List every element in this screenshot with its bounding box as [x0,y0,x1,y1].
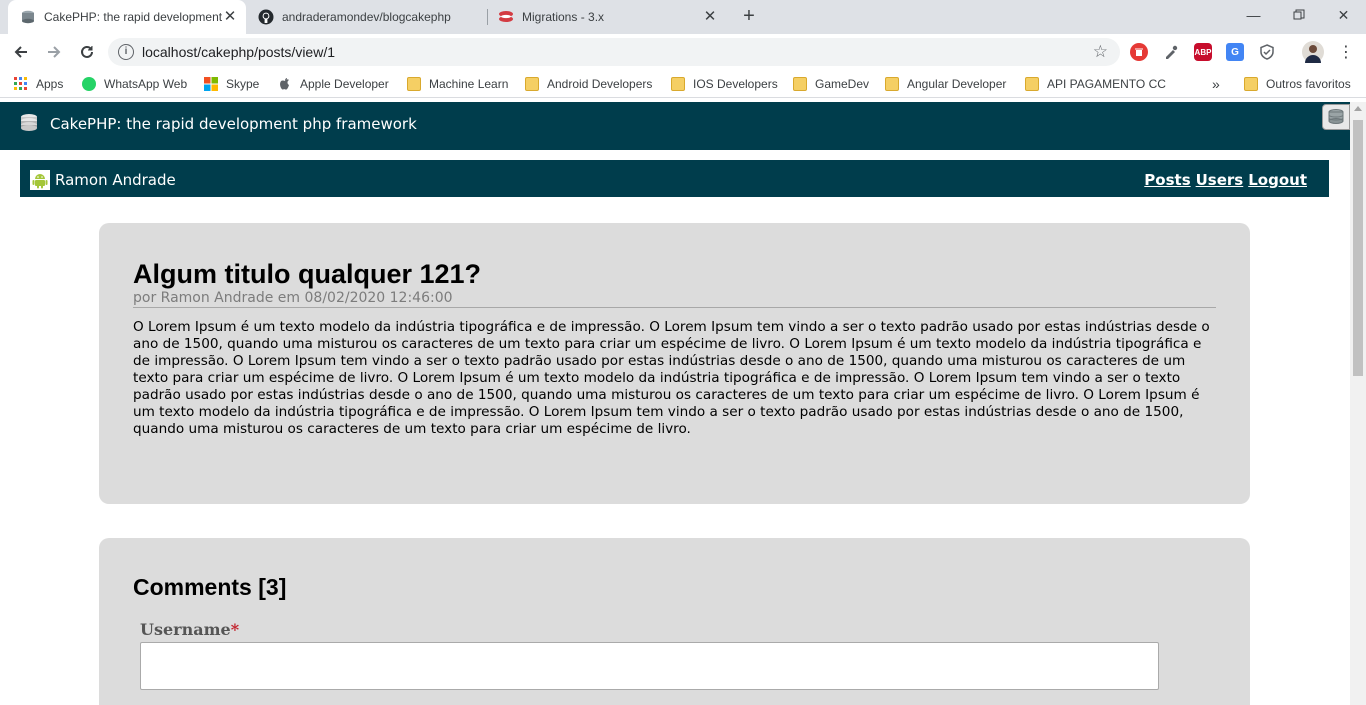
bookmark-label: WhatsApp Web [104,77,188,91]
bookmark-angular-developer[interactable]: Angular Developer [885,76,1006,92]
logout-link[interactable]: Logout [1248,171,1307,189]
info-icon[interactable]: i [118,44,134,60]
bookmark-label: IOS Developers [693,77,778,91]
folder-icon [525,77,539,91]
android-avatar-icon [30,170,50,190]
eyedropper-extension-icon[interactable] [1162,43,1180,61]
required-mark: * [230,620,240,639]
bookmark-label: Machine Learn [429,77,509,91]
debug-kit-icon[interactable] [1322,104,1350,130]
restore-icon [1293,9,1304,20]
bookmark-gamedev[interactable]: GameDev [793,76,869,92]
reload-icon [81,45,93,58]
trash-extension-icon[interactable] [1130,43,1148,61]
close-tab-icon[interactable]: ✕ [702,9,718,25]
address-bar[interactable]: i localhost/cakephp/posts/view/1 ☆ [108,38,1120,66]
tab-title: andraderamondev/blogcakephp [282,10,451,24]
bookmark-label: Skype [226,77,260,91]
user-bar: Ramon Andrade Posts Users Logout [20,160,1329,197]
scrollbar-thumb[interactable] [1353,120,1363,376]
bookmarks-overflow-button[interactable]: » [1212,76,1220,92]
close-window-button[interactable]: ✕ [1321,0,1366,30]
google-translate-icon[interactable]: G [1226,43,1244,61]
bookmark-label: Angular Developer [907,77,1007,91]
username-label-text: Username [140,620,231,639]
user-nav: Posts Users Logout [1144,171,1307,189]
bookmark-android-developers[interactable]: Android Developers [525,76,652,92]
apps-grid-icon [14,77,28,91]
comments-card: Comments [3] Username* [99,538,1250,705]
tab-github[interactable]: andraderamondev/blogcakephp [246,0,486,34]
user-name: Ramon Andrade [55,171,176,189]
address-url[interactable]: localhost/cakephp/posts/view/1 [142,44,335,60]
username-input[interactable] [140,642,1159,690]
folder-icon [671,77,685,91]
site-title[interactable]: CakePHP: the rapid development php frame… [50,115,417,133]
bookmark-label: Apple Developer [300,77,389,91]
bookmark-whatsapp[interactable]: WhatsApp Web [82,76,187,92]
adblock-plus-icon[interactable]: ABP [1194,43,1212,61]
folder-icon [793,77,807,91]
divider [133,307,1216,308]
profile-avatar[interactable] [1302,41,1324,63]
close-tab-icon[interactable]: ✕ [222,9,238,25]
chrome-menu-icon[interactable]: ⋮ [1334,40,1358,64]
tab-title: Migrations - 3.x [522,10,605,24]
post-title: Algum titulo qualquer 121? [133,259,482,289]
bookmark-star-icon[interactable]: ☆ [1093,42,1108,62]
cakephp-icon [20,9,36,25]
folder-icon [1244,77,1258,91]
new-tab-button[interactable]: + [738,5,760,27]
comments-title: Comments [3] [133,574,287,600]
page-scrollbar[interactable] [1350,102,1366,705]
users-link[interactable]: Users [1196,171,1244,189]
tab-cakephp[interactable]: CakePHP: the rapid development ✕ [8,0,246,34]
apple-icon [278,77,292,91]
tab-strip: CakePHP: the rapid development ✕ andrade… [0,0,1366,34]
site-header: CakePHP: the rapid development php frame… [0,102,1350,150]
folder-icon [407,77,421,91]
cakephp-red-icon [498,9,514,25]
reload-button[interactable] [75,40,99,64]
bookmark-machine-learn[interactable]: Machine Learn [407,76,508,92]
forward-button[interactable] [42,40,66,64]
bookmark-api-pagamento[interactable]: API PAGAMENTO CC [1025,76,1166,92]
minimize-button[interactable]: — [1231,0,1276,30]
cakephp-logo-icon [20,113,38,133]
bookmark-apps[interactable]: Apps [14,76,63,92]
bookmark-ios-developers[interactable]: IOS Developers [671,76,778,92]
whatsapp-icon [82,77,96,91]
bookmark-label: API PAGAMENTO CC [1047,77,1166,91]
folder-icon [885,77,899,91]
browser-toolbar: i localhost/cakephp/posts/view/1 ☆ ABP G… [0,34,1366,70]
folder-icon [1025,77,1039,91]
windows-icon [204,77,218,91]
tab-migrations[interactable]: Migrations - 3.x ✕ [488,0,726,34]
post-body: O Lorem Ipsum é um texto modelo da indús… [133,319,1210,437]
bookmark-apple-developer[interactable]: Apple Developer [278,76,389,92]
scroll-up-arrow-icon[interactable] [1354,106,1362,111]
bookmark-label: GameDev [815,77,870,91]
shield-extension-icon[interactable] [1258,43,1276,61]
bookmark-label: Android Developers [547,77,653,91]
posts-link[interactable]: Posts [1144,171,1190,189]
bookmark-label: Apps [36,77,64,91]
page-content: CakePHP: the rapid development php frame… [0,102,1350,705]
post-card: Algum titulo qualquer 121? por Ramon And… [99,223,1250,504]
back-button[interactable] [9,40,33,64]
bookmark-skype[interactable]: Skype [204,76,259,92]
forward-arrow-icon [48,46,61,58]
other-bookmarks-label: Outros favoritos [1266,77,1351,91]
tab-title: CakePHP: the rapid development [44,10,222,24]
other-bookmarks[interactable]: Outros favoritos [1244,76,1351,92]
username-label: Username* [140,620,239,639]
github-icon [258,9,274,25]
post-meta: por Ramon Andrade em 08/02/2020 12:46:00 [133,290,453,306]
restore-button[interactable] [1276,0,1321,30]
back-arrow-icon [14,46,27,58]
bookmarks-bar: Apps WhatsApp Web Skype Apple Developer … [0,70,1366,98]
